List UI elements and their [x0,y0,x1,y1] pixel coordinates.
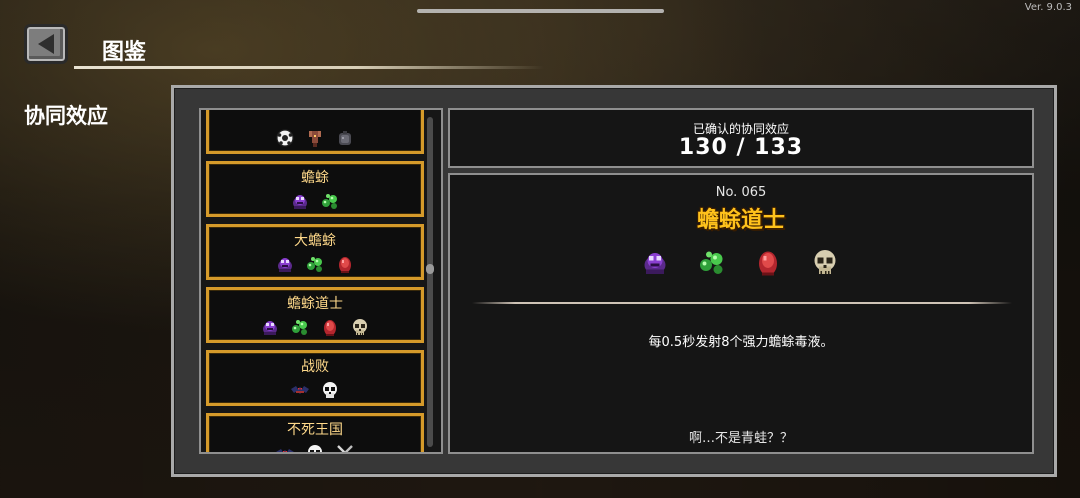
synergy-card-title: 战败 [301,359,329,375]
section-title: 协同效应 [24,104,108,128]
synergy-card-title: 蟾蜍道士 [287,296,343,312]
bat-icon [275,443,295,452]
green-slime-icon [290,317,310,337]
synergy-description: 每0.5秒发射8个强力蟾蜍毒液。 [648,335,834,350]
synergy-card-icons [275,254,355,274]
synergy-count-panel: 已确认的协同效应 130 / 133 [448,108,1034,168]
synergy-count-value: 130 / 133 [678,135,804,160]
skull-icon [350,317,370,337]
synergy-card-icons [290,380,340,400]
page-title: 图鉴 [102,40,147,65]
purple-toad-icon [290,191,310,211]
synergy-card-icons [275,128,355,148]
claw-creature-icon [305,128,325,148]
divider [472,302,1012,304]
green-slime-icon [305,254,325,274]
synergy-card-title: 大蟾蜍 [294,233,336,249]
version-label: Ver. 9.0.3 [1024,2,1072,13]
white-skull-icon [305,443,325,452]
synergy-card-icons [290,191,340,211]
home-indicator[interactable] [417,9,664,13]
synergy-card-title: 蟾蜍 [301,170,329,186]
back-button[interactable] [24,24,68,64]
synergy-card[interactable]: 大蟾蜍 [206,224,424,280]
synergy-name: 蟾蜍道士 [696,208,785,233]
soccer-ball-icon [275,128,295,148]
synergy-flavor-text: 啊…不是青蛙？？ [688,431,793,446]
purple-toad-icon [640,247,670,277]
list-scroll-thumb[interactable] [426,264,434,274]
skull-icon [810,247,840,277]
synergy-card[interactable]: 战败 [206,350,424,406]
green-slime-icon [697,247,727,277]
bat-icon [290,380,310,400]
red-egg-icon [335,254,355,274]
crossed-swords-icon [335,443,355,452]
green-slime-icon [320,191,340,211]
header-underline [74,66,544,69]
purple-toad-icon [275,254,295,274]
synergy-number: No. 065 [715,185,767,200]
synergy-detail-panel: No. 065 蟾蜍道士 每0.5秒发射8个强力蟾蜍毒液。 啊…不是青蛙？？ [448,173,1034,454]
list-scrollbar[interactable] [427,117,433,447]
synergy-card-title: 不死王国 [287,422,343,438]
synergy-card[interactable]: 不死王国 [206,413,424,452]
synergy-card[interactable] [206,110,424,154]
red-egg-icon [753,247,783,277]
white-skull-icon [320,380,340,400]
synergy-card[interactable]: 蟾蜍道士 [206,287,424,343]
back-arrow-icon [38,34,54,54]
armor-icon [335,128,355,148]
red-egg-icon [320,317,340,337]
synergy-card-icons [275,443,355,452]
purple-toad-icon [260,317,280,337]
synergy-item-icons [640,245,840,279]
synergy-card-icons [260,317,370,337]
synergy-card[interactable]: 蟾蜍 [206,161,424,217]
synergy-list[interactable]: 蟾蜍大蟾蜍蟾蜍道士战败不死王国 [199,108,443,454]
